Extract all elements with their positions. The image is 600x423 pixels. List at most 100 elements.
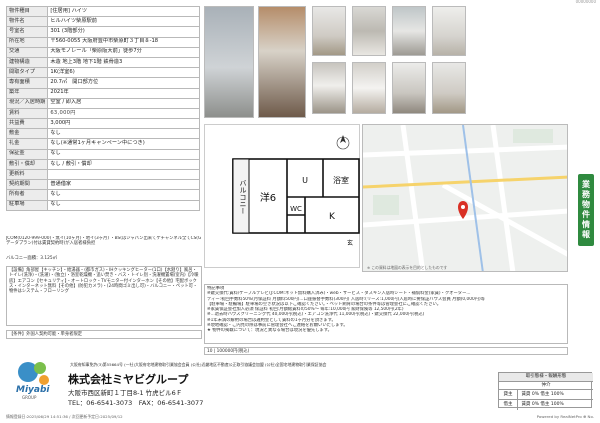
fee-row-2-key: 借主: [499, 400, 518, 410]
spec-value: 1K(洋室6): [47, 67, 200, 79]
interior-photo-kitchen: [352, 62, 386, 114]
bath-label: 浴室: [333, 175, 349, 185]
spec-row: 号室名 301 (3階部分): [5, 26, 200, 38]
spec-value: [住居用] ハイツ: [47, 5, 200, 18]
spec-value: なし(※通常1ヶ月キャンペーン中につき): [47, 138, 200, 150]
side-category-label: 業 務 物 件 情 報: [578, 174, 594, 246]
transaction-title: 取引態様・報酬形態: [499, 373, 593, 381]
spec-row: 所在地 〒560-0055 大阪府豊中市柴原町３丁目８-18: [5, 36, 200, 48]
spec-key: 所在地: [5, 36, 49, 48]
spec-value: [47, 168, 200, 181]
company-contact: TEL：06-6541-3073 FAX：06-6541-3077: [68, 399, 204, 407]
spec-row: 築年 2021年: [5, 87, 200, 99]
street-view-photo: [258, 6, 306, 118]
wc-label: WC: [290, 205, 302, 213]
spec-row: 共益費 3,000円: [5, 118, 200, 130]
spec-key: 礼金: [5, 138, 49, 150]
unit-label: U: [302, 176, 308, 185]
spec-row: 間取タイプ 1K(洋室6): [5, 67, 200, 79]
document-id: 00000000: [575, 0, 596, 4]
map-note: ※ この資料は地図の表示を目的としたものです: [367, 264, 448, 270]
side-char-6: 報: [582, 230, 590, 239]
spec-row: 所有者 なし: [5, 189, 200, 201]
transaction-box: 取引態様・報酬形態 仲介 貸主 賃貸 0% 借主 100% 借主 賃貸 0% 借…: [498, 372, 593, 410]
spec-key: 号室名: [5, 26, 49, 38]
spec-row: 現況／入居時期 空室 / 即入居: [5, 97, 200, 109]
entrance-label: 玄: [347, 239, 353, 247]
spec-key: 賃料: [5, 107, 49, 120]
spec-row: 保証金 なし: [5, 148, 200, 160]
compass-icon: [336, 135, 350, 150]
side-char-2: 務: [582, 190, 590, 199]
spec-value: なし: [47, 189, 200, 201]
powered-by: Powered by RealNetPro ⊕ No.: [536, 414, 594, 419]
spec-key: 所有者: [5, 189, 49, 201]
spec-value: 301 (3階部分): [47, 26, 200, 38]
spec-key: 駐車場: [5, 199, 49, 211]
balcony-area: バルコニー面積：3.125㎡: [6, 256, 57, 261]
spec-value: 空室 / 即入居: [47, 97, 200, 109]
special-notes: 特記事項 ※鍵交換代:賃料/ケーブルテレビ(J:COM:ネット無料購入済み)・we…: [204, 284, 568, 344]
spec-value: なし: [47, 199, 200, 211]
spec-row: 専有面積 20.7㎡ 開口部方位: [5, 77, 200, 89]
kitchen-label: K: [329, 212, 336, 222]
spec-key: 保証金: [5, 148, 49, 160]
spec-row: 物件名 ヒルハイツ柴原駅前: [5, 16, 200, 28]
spec-row: 更新料: [5, 168, 200, 181]
interior-photo-toilet: [432, 6, 466, 56]
spec-key: 敷金: [5, 128, 49, 140]
spec-row: 物件種目 [住居用] ハイツ: [5, 5, 200, 18]
interior-photo-corridor: [352, 6, 386, 56]
spec-key: 物件名: [5, 16, 49, 28]
spec-row: 敷引・償却 なし / 敷引・償却: [5, 158, 200, 171]
logo-sub: GROUP: [22, 395, 37, 400]
spec-key: 建物構造: [5, 56, 49, 69]
spec-row: 敷金 なし: [5, 128, 200, 140]
spec-row: 建物構造 木造 地上3階 地下1階 鉄骨造3: [5, 56, 200, 69]
spec-row: 駐車場 なし: [5, 199, 200, 211]
spec-value: ヒルハイツ柴原駅前: [47, 16, 200, 28]
notes-line: ★ 物件の掲載について：現況と異なる場合は現況を優先します。: [207, 328, 332, 334]
spec-key: 契約期間: [5, 179, 49, 191]
side-char-4: 件: [582, 210, 590, 219]
spec-key: 敷引・償却: [5, 158, 49, 171]
spec-value: 3,000円: [47, 118, 200, 130]
property-spec-table: 物件種目 [住居用] ハイツ 物件名 ヒルハイツ柴原駅前 号室名 301 (3階部分) 所在…: [5, 5, 200, 211]
company-logo: Miyabi GROUP: [10, 358, 58, 402]
spec-row: 契約期間 普通借家: [5, 179, 200, 191]
balcony-label: バルコニー: [239, 180, 247, 215]
location-map[interactable]: ※ この資料は地図の表示を目的としたものです: [362, 124, 568, 272]
side-char-5: 情: [582, 220, 590, 229]
interior-photo-bath: [392, 6, 426, 56]
internet-notes: JCOM(0120-999-000)・無イ(10ヶ月)・地イ(3ヶ月) ・BS(…: [6, 236, 202, 247]
spec-value: 63,000円: [47, 107, 200, 120]
building-exterior-photo: [204, 6, 254, 118]
transaction-type: 仲介: [499, 381, 593, 389]
spec-row: 礼金 なし(※通常1ヶ月キャンペーン中につき): [5, 138, 200, 150]
date-info: 情報登録日:2025/06/29 14:51:36 / 次回更新予定日:2025…: [6, 414, 123, 419]
rental-conditions: 【条件】外国人契約可能・単身者限定: [6, 330, 202, 339]
spec-value: 2021年: [47, 87, 200, 99]
spec-value: 〒560-0055 大阪府豊中市柴原町３丁目８-18: [47, 36, 200, 48]
interior-photo-hall: [312, 62, 346, 114]
spec-value: 20.7㎡ 開口部方位: [47, 77, 200, 89]
license-line: 大阪府知事免許(3)第55664号 (一社)大阪府宅地建物取引業協会会員 (公社…: [70, 362, 327, 367]
spec-key: 専有面積: [5, 77, 49, 89]
side-char-3: 物: [582, 200, 590, 209]
interior-photo-storage: [392, 62, 426, 114]
company-name: 株式会社ミヤビグループ: [68, 373, 189, 386]
spec-value: 普通借家: [47, 179, 200, 191]
fee-row-1-val: 賃貸 0% 借主 100%: [521, 392, 564, 397]
spec-value: なし: [47, 128, 200, 140]
room-label: 洋6: [260, 191, 276, 204]
spec-value: なし / 敷引・償却: [47, 158, 200, 171]
fee-row-1: 貸主 賃貸 0% 借主 100%: [499, 389, 593, 400]
fee-row-2: 借主 賃貸 0% 借主 100%: [499, 399, 593, 410]
spec-key: 間取タイプ: [5, 67, 49, 79]
spec-key: 現況／入居時期: [5, 97, 49, 109]
advertising-fee: 10 | 100000円(税込): [204, 347, 568, 355]
spec-value: 大阪モノレール「柴原阪大前」徒歩7分: [47, 46, 200, 58]
floor-plan-drawing: バルコニー 洋6 浴室 U WC K 玄: [232, 135, 360, 247]
spec-key: 更新料: [5, 168, 49, 181]
interior-photo-room: [312, 6, 346, 56]
